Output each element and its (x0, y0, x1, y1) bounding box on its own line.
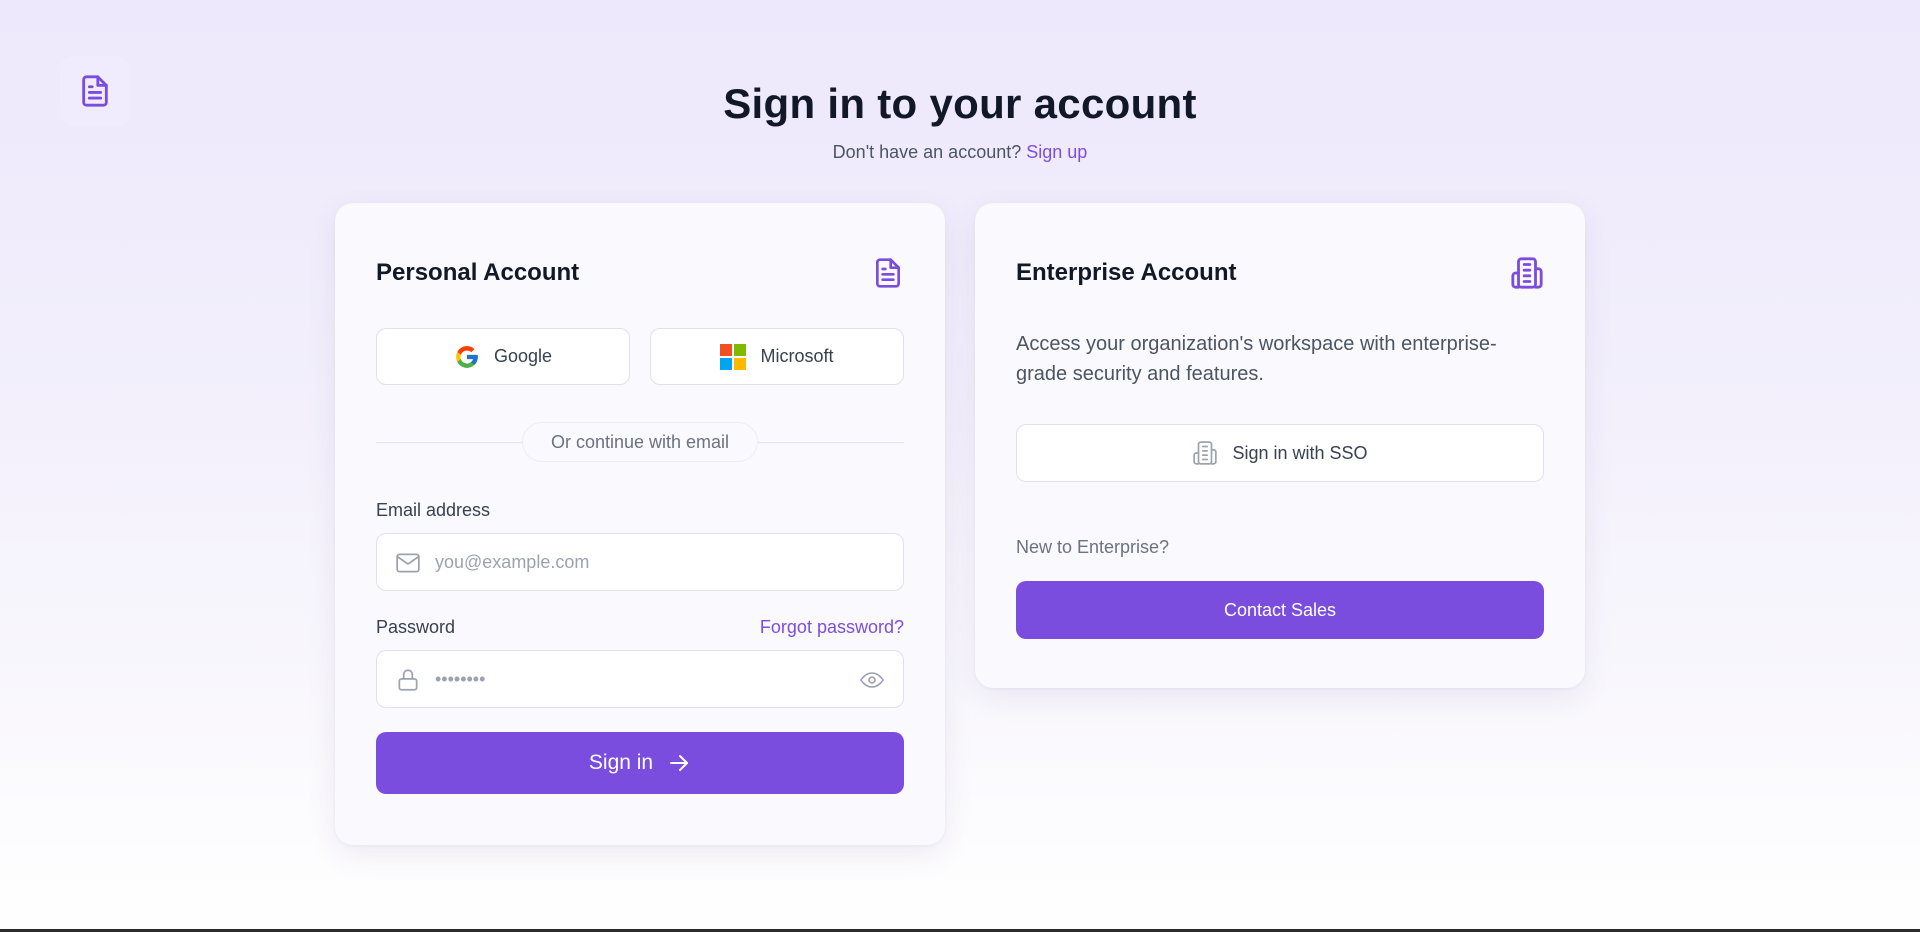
password-input[interactable] (435, 651, 835, 707)
eye-icon[interactable] (859, 668, 885, 692)
personal-account-card: Personal Account Google Microsoft Or con… (335, 203, 945, 845)
email-input[interactable] (435, 534, 835, 590)
google-icon (456, 345, 478, 368)
contact-sales-label: Contact Sales (1223, 599, 1337, 620)
password-label: Password (376, 617, 456, 637)
page-header: Sign in to your account Don't have an ac… (0, 80, 1920, 163)
building-icon (1511, 257, 1543, 289)
building-icon (1193, 441, 1218, 465)
document-icon (876, 258, 900, 288)
sign-in-button[interactable]: Sign in (376, 732, 904, 794)
sign-in-button-label: Sign in (588, 751, 654, 774)
enterprise-account-card: Enterprise Account Access your organizat… (975, 203, 1585, 688)
sso-button[interactable]: Sign in with SSO (1016, 424, 1544, 482)
new-to-enterprise-label: New to Enterprise? (1016, 537, 1170, 557)
signup-link[interactable]: Sign up (1026, 142, 1087, 162)
enterprise-card-header: Enterprise Account (1016, 255, 1544, 291)
sso-button-label: Sign in with SSO (1232, 442, 1368, 463)
signup-prompt-text: Don't have an account? (832, 142, 1022, 162)
forgot-password-link[interactable]: Forgot password? (760, 617, 904, 638)
page-title: Sign in to your account (723, 80, 1197, 127)
social-login-row: Google Microsoft (376, 328, 904, 385)
email-input-box[interactable] (376, 533, 904, 591)
enterprise-description: Access your organization's workspace wit… (1016, 333, 1497, 385)
google-button[interactable]: Google (376, 328, 630, 385)
email-divider: Or continue with email (376, 422, 904, 462)
mail-icon (396, 553, 420, 573)
divider-text: Or continue with email (522, 422, 758, 462)
enterprise-card-title: Enterprise Account (1016, 259, 1237, 286)
password-input-box[interactable] (376, 650, 904, 708)
email-label: Email address (376, 500, 491, 520)
signup-prompt: Don't have an account? Sign up (0, 142, 1920, 163)
personal-card-title: Personal Account (376, 259, 580, 286)
microsoft-button[interactable]: Microsoft (650, 328, 904, 385)
microsoft-button-label: Microsoft (760, 346, 834, 366)
personal-card-header: Personal Account (376, 255, 904, 291)
contact-sales-button[interactable]: Contact Sales (1016, 581, 1544, 639)
google-button-label: Google (493, 346, 553, 366)
arrow-right-icon (670, 755, 689, 771)
lock-icon (398, 669, 418, 691)
microsoft-icon (720, 343, 747, 370)
